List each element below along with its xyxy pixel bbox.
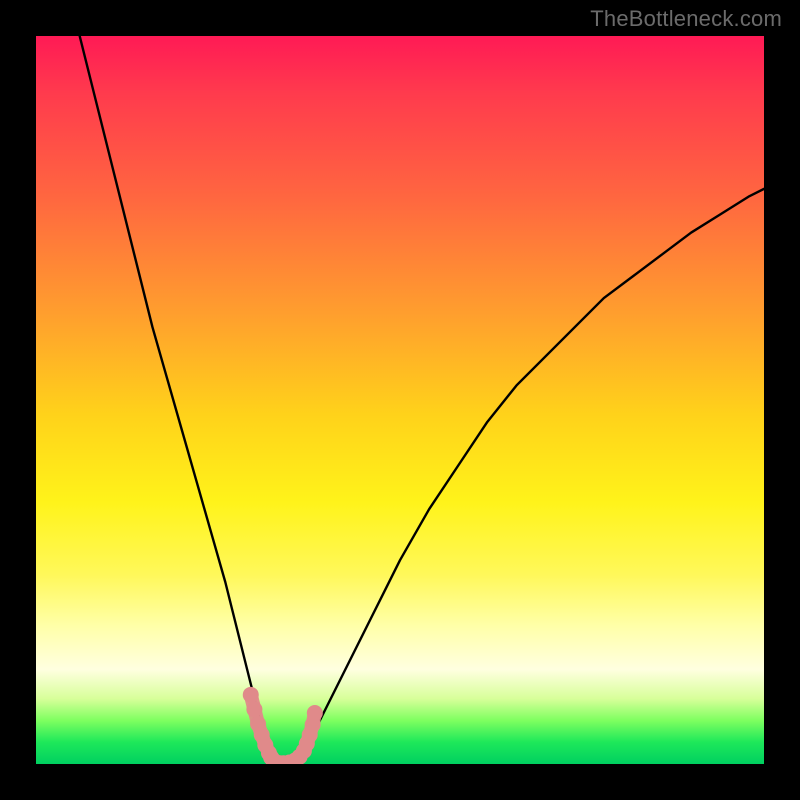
chart-svg [36, 36, 764, 764]
marker-dot [243, 687, 259, 703]
marker-dot [246, 701, 262, 717]
chart-frame: TheBottleneck.com [0, 0, 800, 800]
watermark-text: TheBottleneck.com [590, 6, 782, 32]
bottleneck-curve [80, 36, 764, 764]
plot-area [36, 36, 764, 764]
marker-dot [307, 705, 323, 721]
